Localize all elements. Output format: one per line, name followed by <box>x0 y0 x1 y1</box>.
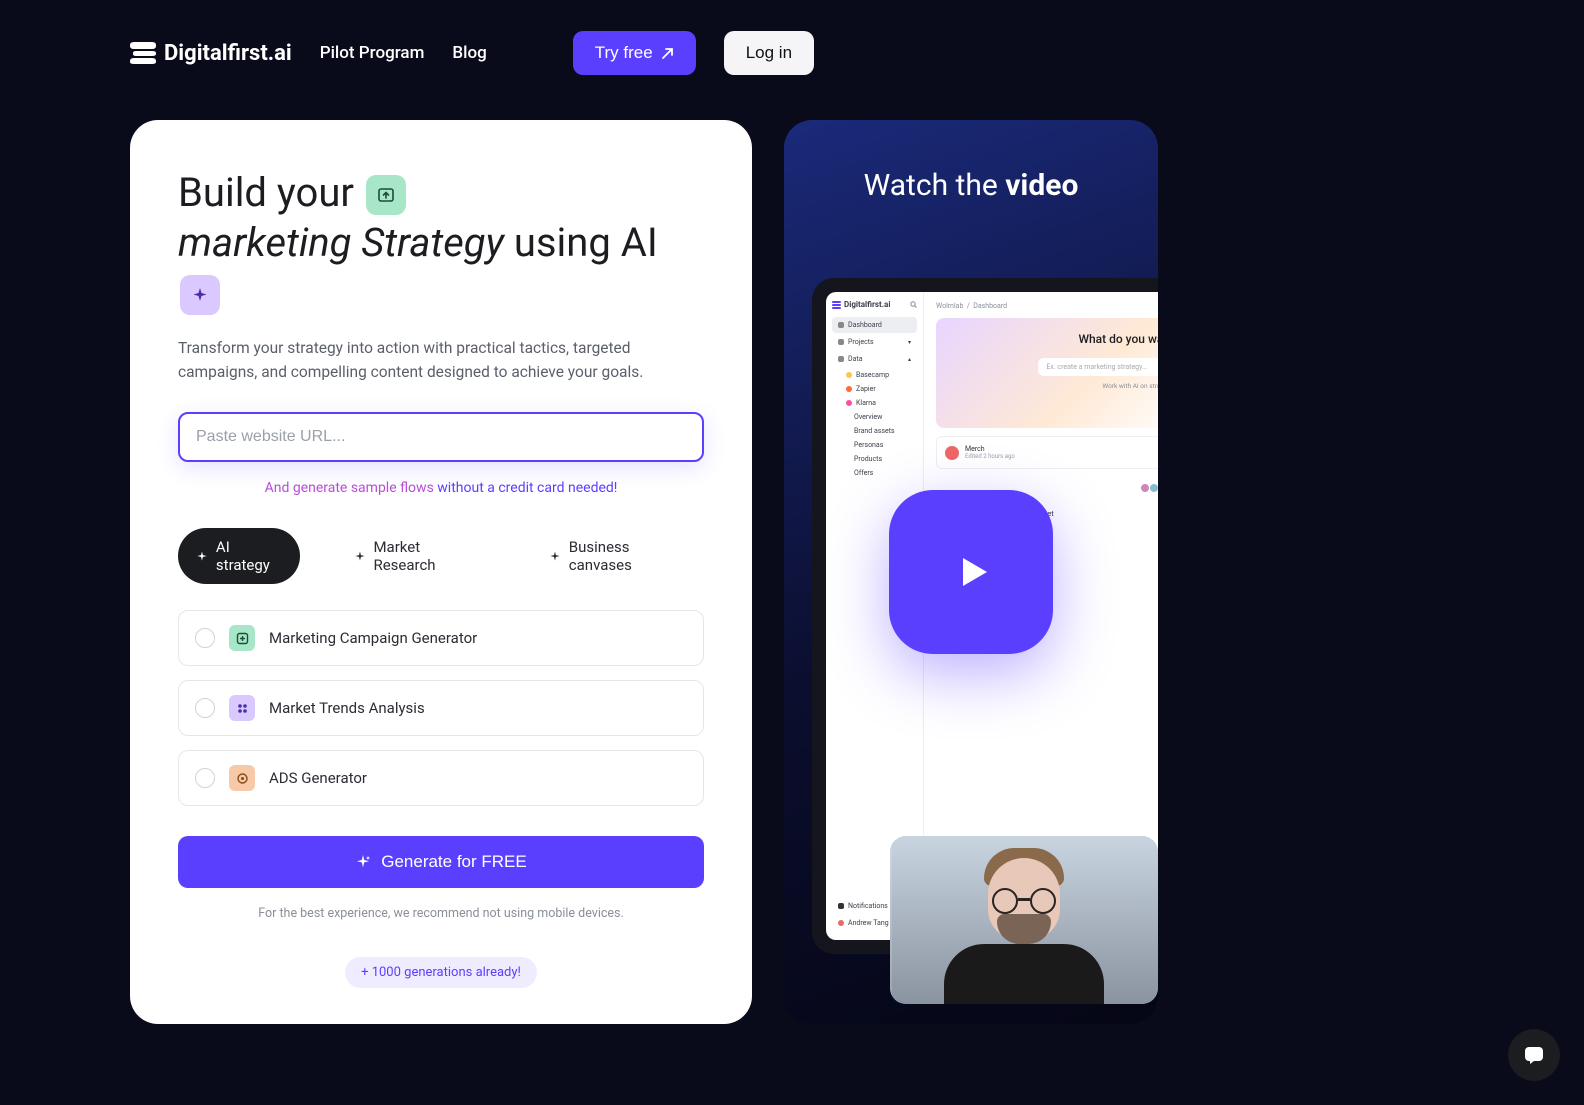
headline-line1: Build your <box>178 169 354 216</box>
login-label: Log in <box>746 43 792 62</box>
try-free-button[interactable]: Try free <box>573 31 696 75</box>
option-label: Marketing Campaign Generator <box>269 629 477 647</box>
nav-link-pilot[interactable]: Pilot Program <box>320 43 425 63</box>
caption-a: And generate sample flows <box>265 480 434 496</box>
logo[interactable]: Digitalfirst.ai <box>130 41 292 66</box>
generate-button[interactable]: Generate for FREE <box>178 836 704 888</box>
url-caption: And generate sample flows without a cred… <box>178 480 704 496</box>
option-icon <box>229 765 255 791</box>
try-free-label: Try free <box>595 43 653 63</box>
radio-icon <box>195 698 215 718</box>
upload-icon <box>366 175 406 215</box>
hero-card: Build your marketing Strategy using AI T… <box>130 120 752 1024</box>
tab-market-research[interactable]: Market Research <box>336 528 495 584</box>
headline: Build your marketing Strategy using AI <box>178 168 704 318</box>
headline-italic: marketing Strategy <box>178 219 504 266</box>
watch-title-a: Watch the <box>864 168 1006 203</box>
option-ads-generator[interactable]: ADS Generator <box>178 750 704 806</box>
tablet-logo: Digitalfirst.ai <box>832 300 917 309</box>
radio-icon <box>195 628 215 648</box>
subheadline: Transform your strategy into action with… <box>178 336 704 384</box>
top-nav: Digitalfirst.ai Pilot Program Blog Try f… <box>130 0 1454 78</box>
caption-b: without a credit card needed! <box>437 480 617 496</box>
option-marketing-campaign[interactable]: Marketing Campaign Generator <box>178 610 704 666</box>
sparkle-small-icon <box>354 550 366 563</box>
headline-line2: using AI <box>514 219 658 266</box>
login-button[interactable]: Log in <box>724 31 814 75</box>
chat-widget[interactable] <box>1508 1029 1560 1081</box>
tablet-nav-data: Data▴ <box>832 351 917 367</box>
sparkle-small-icon <box>549 550 561 563</box>
option-icon <box>229 625 255 651</box>
tab-label-0: AI strategy <box>216 538 282 574</box>
play-button[interactable] <box>889 490 1053 654</box>
sparkle-small-icon <box>196 550 208 563</box>
radio-icon <box>195 768 215 788</box>
url-input[interactable] <box>178 412 704 462</box>
mobile-hint: For the best experience, we recommend no… <box>178 906 704 921</box>
watch-title: Watch the video <box>784 168 1158 203</box>
arrow-icon <box>661 47 674 60</box>
tab-label-2: Business canvases <box>569 538 686 574</box>
options-list: Marketing Campaign Generator Market Tren… <box>178 610 704 806</box>
presenter-thumbnail <box>890 836 1158 1004</box>
watch-title-b: video <box>1005 168 1078 203</box>
option-label: Market Trends Analysis <box>269 699 425 717</box>
option-label: ADS Generator <box>269 769 367 787</box>
generations-pill: + 1000 generations already! <box>345 957 537 988</box>
play-icon <box>947 548 995 596</box>
option-market-trends[interactable]: Market Trends Analysis <box>178 680 704 736</box>
nav-link-blog[interactable]: Blog <box>452 43 486 63</box>
logo-text: Digitalfirst.ai <box>164 41 292 66</box>
sparkle-icon <box>180 275 220 315</box>
tab-label-1: Market Research <box>373 538 476 574</box>
tablet-nav-projects: Projects▾ <box>832 334 917 350</box>
chat-icon <box>1522 1043 1546 1067</box>
generate-label: Generate for FREE <box>381 852 527 872</box>
tablet-nav-dashboard: Dashboard <box>832 317 917 333</box>
tab-ai-strategy[interactable]: AI strategy <box>178 528 300 584</box>
tab-business-canvases[interactable]: Business canvases <box>531 528 704 584</box>
video-card: Watch the video Digitalfirst.ai Dashboar… <box>784 120 1158 1024</box>
tabs: AI strategy Market Research Business can… <box>178 528 704 584</box>
sparkle-icon <box>355 854 371 870</box>
option-icon <box>229 695 255 721</box>
logo-icon <box>130 42 156 64</box>
